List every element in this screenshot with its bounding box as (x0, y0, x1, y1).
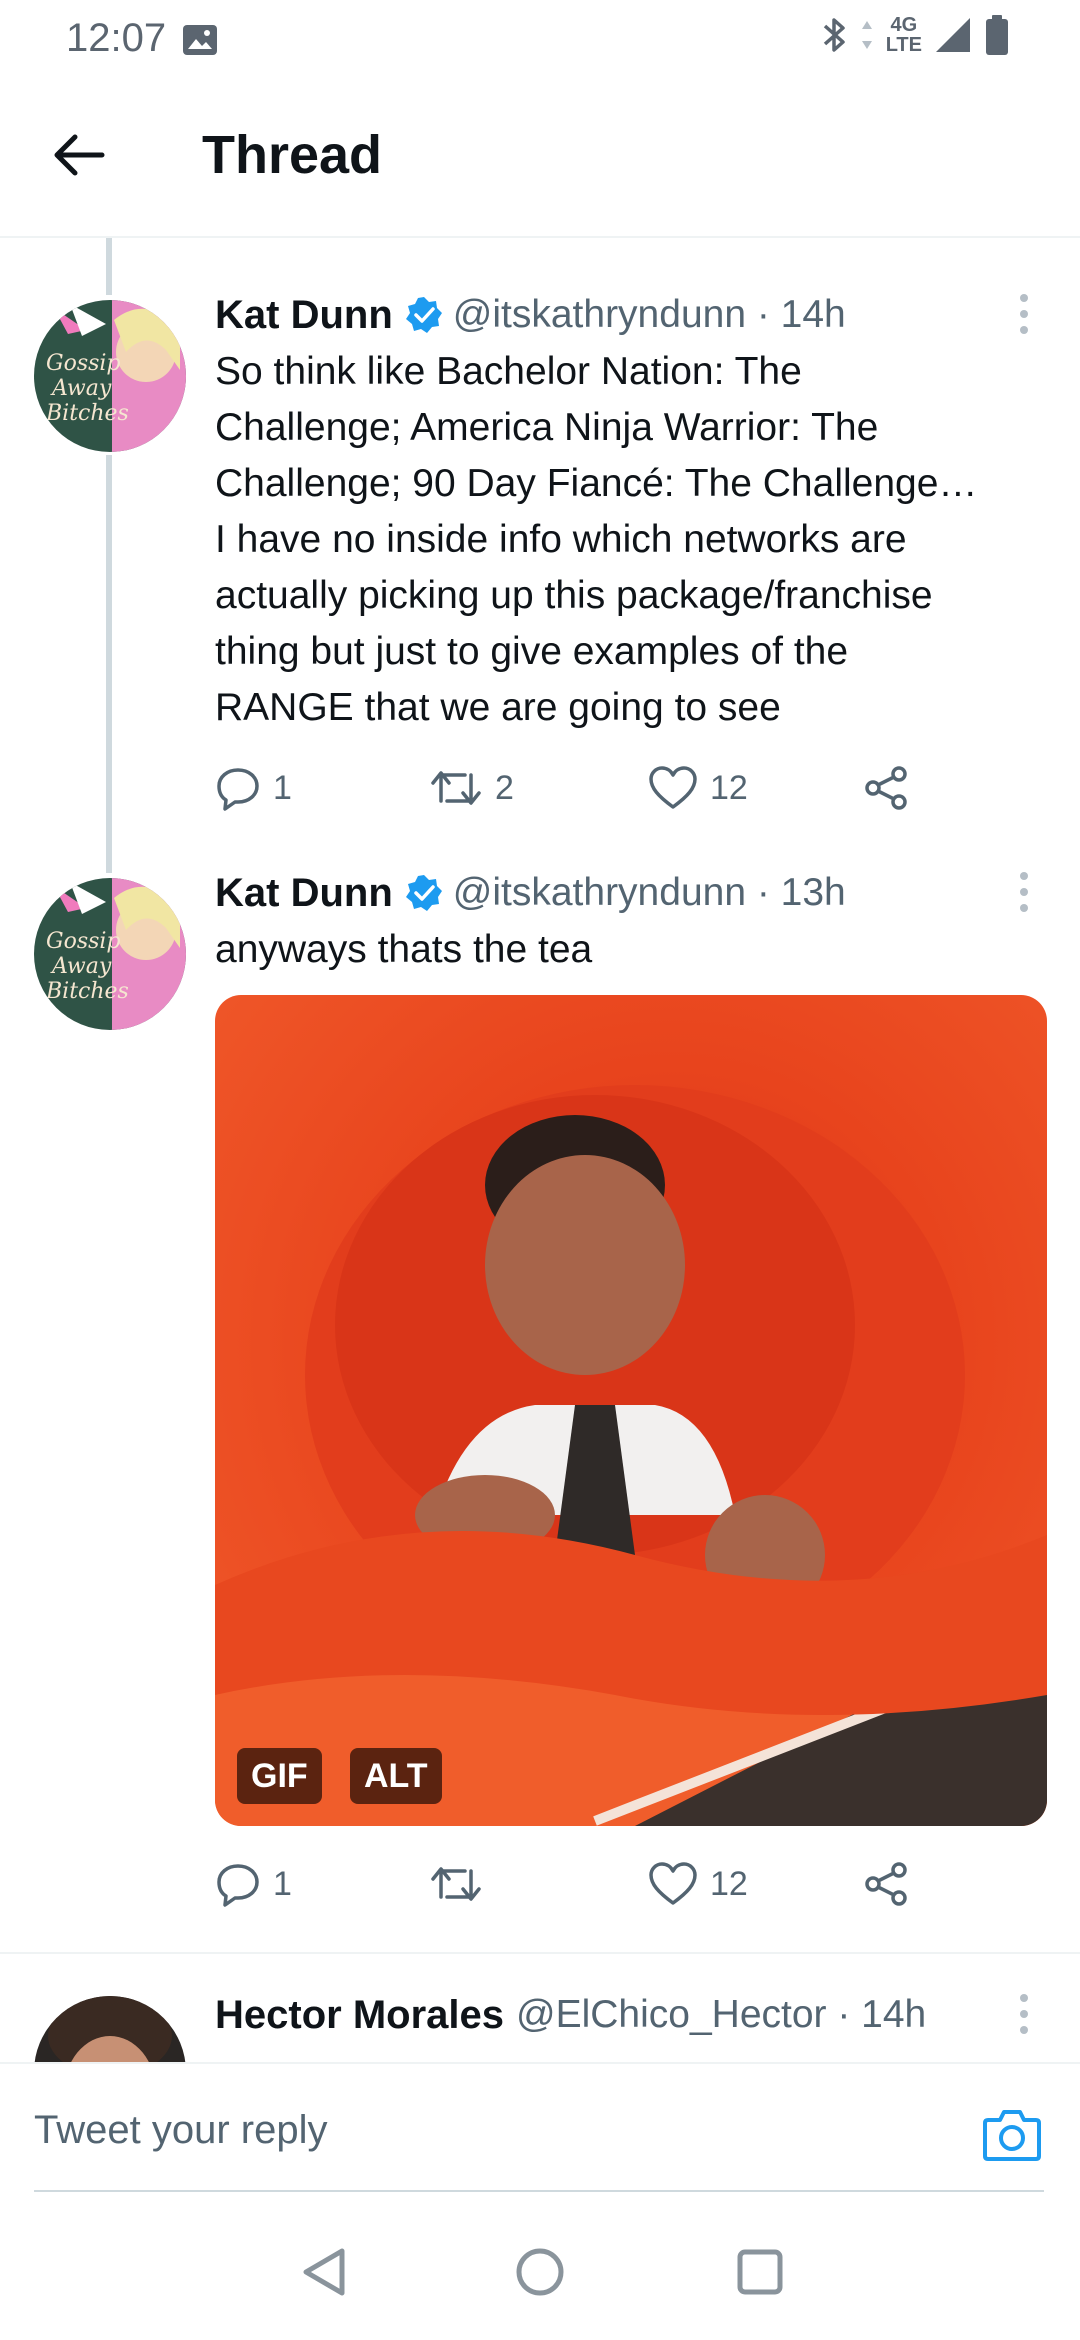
author-name[interactable]: Kat Dunn (215, 871, 393, 916)
bluetooth-icon (823, 18, 845, 52)
heart-icon (649, 1862, 697, 1905)
share-button[interactable] (863, 1854, 911, 1914)
like-count: 12 (710, 768, 748, 807)
tweet-actions: 1 12 (215, 1854, 935, 1914)
verified-badge-icon (405, 297, 442, 333)
reply-input[interactable] (34, 2064, 1044, 2192)
avatar-image: Gossip Away Bitches (34, 300, 186, 452)
nav-home-button[interactable] (512, 2244, 568, 2300)
status-icons: 4G LTE (822, 14, 1010, 56)
author-handle[interactable]: @itskathryndunn · 13h (453, 871, 846, 915)
svg-text:Away: Away (50, 954, 112, 979)
svg-text:Gossip: Gossip (46, 929, 121, 954)
reply-button[interactable]: 1 (215, 758, 292, 818)
tweet-text: anyways thats the tea (215, 928, 593, 971)
verified-badge-icon (405, 875, 442, 911)
svg-text:Bitches: Bitches (45, 979, 129, 1004)
alt-badge[interactable]: ALT (350, 1748, 442, 1804)
more-dot-icon (1020, 904, 1028, 912)
data-arrows-icon (861, 21, 872, 49)
nav-back-button[interactable] (296, 2244, 352, 2300)
tweet-header: Kat Dunn @itskathryndunn · 14h (215, 290, 846, 340)
more-dot-icon (1020, 2026, 1028, 2034)
battery-icon (986, 15, 1008, 55)
like-count: 12 (710, 1864, 748, 1903)
svg-text:Away: Away (50, 376, 112, 401)
more-dot-icon (1020, 872, 1028, 880)
gif-media[interactable]: GIF ALT (215, 995, 1047, 1826)
svg-text:Gossip: Gossip (46, 351, 121, 376)
thread-line-top (106, 238, 112, 295)
reply-button[interactable]: 1 (215, 1854, 292, 1914)
like-button[interactable]: 12 (648, 1854, 748, 1914)
like-button[interactable]: 12 (648, 758, 748, 818)
back-arrow-icon (54, 134, 105, 176)
photo-icon (183, 25, 217, 55)
status-bar: 12:07 4G LTE (0, 0, 1080, 80)
nav-home-icon (516, 2248, 564, 2296)
svg-text:Bitches: Bitches (45, 401, 129, 426)
reply-count: 1 (273, 1864, 292, 1903)
signal-icon (936, 18, 970, 52)
page-title: Thread (202, 125, 383, 185)
retweet-button[interactable]: 2 (429, 758, 514, 818)
more-dot-icon (1020, 2010, 1028, 2018)
author-handle[interactable]: @ElChico_Hector · 14h (516, 1993, 926, 2037)
more-dot-icon (1020, 1994, 1028, 2002)
more-options-button[interactable] (1010, 284, 1038, 344)
thread-line-connector (106, 455, 112, 873)
avatar-image: Gossip Away Bitches (34, 878, 186, 1030)
retweet-icon (431, 771, 481, 805)
more-dot-icon (1020, 310, 1028, 318)
back-button[interactable] (46, 122, 112, 188)
share-button[interactable] (863, 758, 911, 818)
camera-icon[interactable] (982, 2106, 1042, 2162)
tweet-header: Kat Dunn @itskathryndunn · 13h (215, 868, 846, 918)
more-options-button[interactable] (1010, 1984, 1038, 2044)
gif-image (215, 995, 1047, 1826)
nav-back-icon (303, 2248, 345, 2296)
author-name[interactable]: Hector Morales (215, 1993, 504, 2038)
avatar[interactable]: Gossip Away Bitches (34, 878, 186, 1030)
tweet-divider (0, 1952, 1080, 1954)
app-header: Thread (0, 80, 1080, 238)
retweet-icon (431, 1867, 481, 1901)
more-options-button[interactable] (1010, 862, 1038, 922)
more-dot-icon (1020, 326, 1028, 334)
system-nav-bar (0, 2192, 1080, 2340)
reply-bar (0, 2062, 1080, 2192)
reply-icon (217, 768, 259, 811)
tweet-actions: 1 2 12 (215, 758, 935, 818)
share-icon (865, 1862, 907, 1906)
avatar[interactable]: Gossip Away Bitches (34, 300, 186, 452)
tweet-text: So think like Bachelor Nation: The Chall… (215, 350, 978, 729)
more-dot-icon (1020, 888, 1028, 896)
tweet-header: Hector Morales @ElChico_Hector · 14h (215, 1990, 926, 2040)
nav-recents-icon (737, 2249, 783, 2295)
nav-recents-button[interactable] (732, 2244, 788, 2300)
reply-icon (217, 1864, 259, 1907)
more-dot-icon (1020, 294, 1028, 302)
retweet-button[interactable] (429, 1854, 495, 1914)
author-name[interactable]: Kat Dunn (215, 293, 393, 338)
status-time: 12:07 (66, 16, 167, 60)
network-type: 4G LTE (885, 14, 922, 56)
retweet-count: 2 (495, 768, 514, 807)
author-handle[interactable]: @itskathryndunn · 14h (453, 293, 846, 337)
gif-badge: GIF (237, 1748, 322, 1804)
reply-count: 1 (273, 768, 292, 807)
share-icon (865, 766, 907, 810)
heart-icon (649, 766, 697, 809)
